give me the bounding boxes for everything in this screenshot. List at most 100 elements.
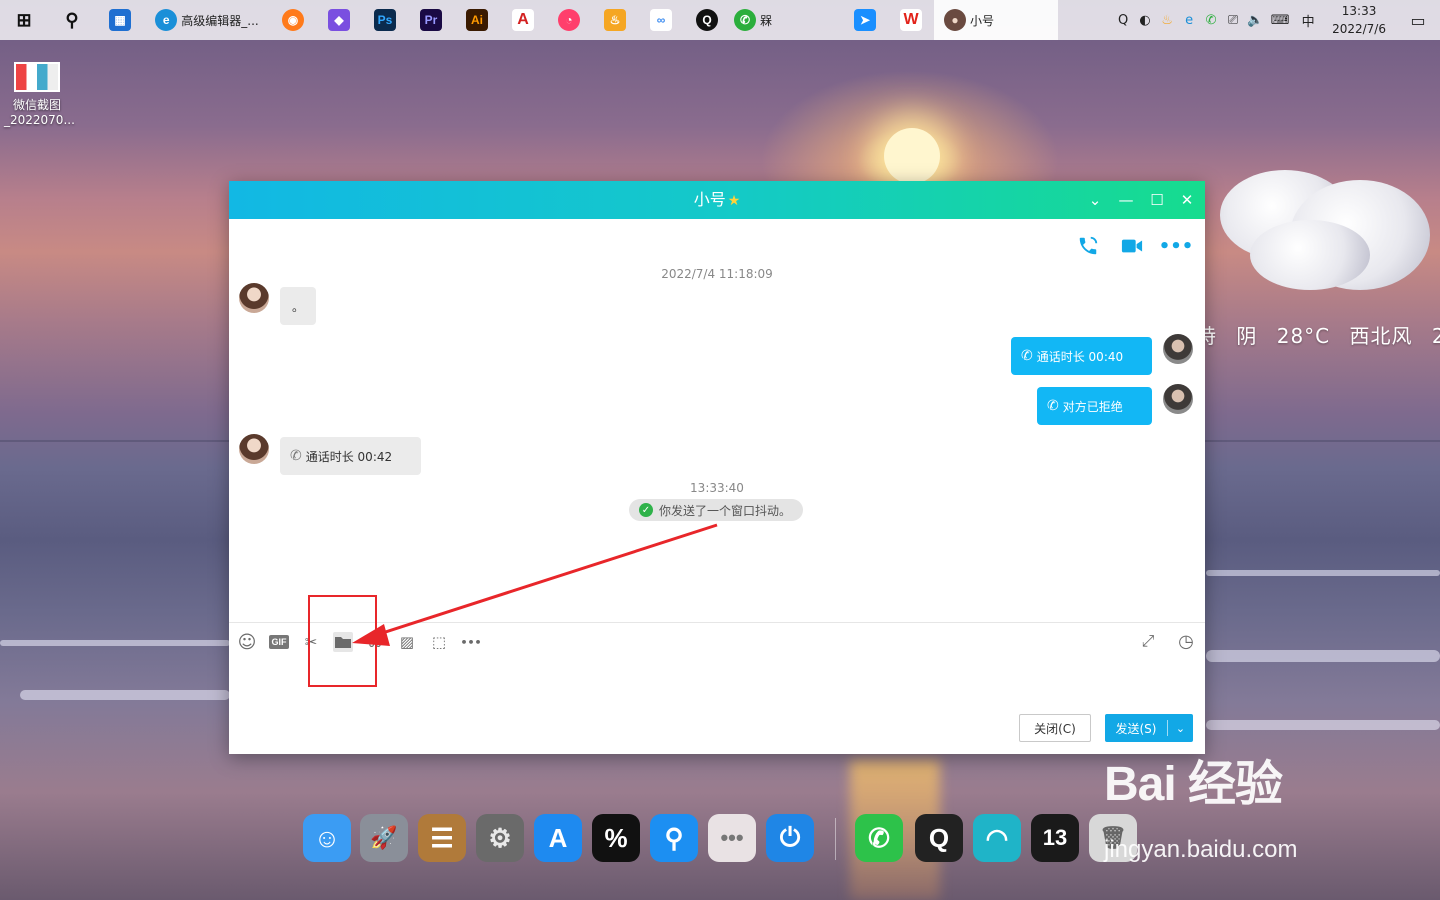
- wave: [1206, 570, 1440, 576]
- star-badge-icon: ★: [727, 193, 741, 209]
- contact-avatar[interactable]: [239, 434, 269, 464]
- message-text: 对方已拒绝: [1062, 399, 1123, 414]
- notification-icon[interactable]: ▭: [1396, 0, 1440, 40]
- gif-button[interactable]: GIF: [269, 632, 289, 652]
- taskbar-app-edge[interactable]: e 高级编辑器_...: [144, 0, 270, 40]
- phone-icon: ✆: [1021, 348, 1033, 364]
- image-button[interactable]: ▨: [397, 632, 417, 652]
- desktop-file-icon[interactable]: 微信截图 _2022070...: [4, 62, 75, 127]
- more-apps-icon: •••: [720, 825, 744, 850]
- dock-power[interactable]: ⏻: [766, 814, 814, 862]
- volume-icon[interactable]: 🔈: [1244, 0, 1266, 40]
- taskbar-app-qq[interactable]: Q: [684, 0, 730, 40]
- more-tools-button[interactable]: •••: [460, 632, 482, 652]
- system-tray: Q ◐ ♨ e ✆ ⎚ 🔈 ⌨ 中 13:33 2022/7/6 ▭: [1112, 0, 1440, 40]
- taskbar-app-premiere[interactable]: Pr: [408, 0, 454, 40]
- qq-dock-icon: Q: [928, 822, 950, 853]
- highlight-box: [308, 595, 377, 687]
- taskbar-app-wps[interactable]: W: [888, 0, 934, 40]
- dock-search-app[interactable]: ⚲: [650, 814, 698, 862]
- taskbar-app-qq-chat[interactable]: ● 小号: [934, 0, 1058, 40]
- qq-tray-icon[interactable]: Q: [1112, 0, 1134, 40]
- edge-icon: e: [155, 9, 178, 31]
- message-history-button[interactable]: ◷: [1176, 631, 1196, 652]
- network-icon[interactable]: ⎚: [1222, 0, 1244, 40]
- taskbar-app-illustrator[interactable]: Ai: [454, 0, 500, 40]
- wave: [1206, 720, 1440, 730]
- taskbar-search-button[interactable]: ⚲: [48, 0, 96, 40]
- send-options-chevron-icon[interactable]: ⌄: [1168, 722, 1193, 735]
- taskbar-app-photoshop[interactable]: Ps: [362, 0, 408, 40]
- clock[interactable]: 13:33 2022/7/6: [1332, 2, 1386, 38]
- my-avatar[interactable]: [1163, 384, 1193, 414]
- send-button[interactable]: 发送(S) ⌄: [1105, 714, 1193, 742]
- expand-icon: ⤢: [1141, 631, 1155, 650]
- huorong-tray-icon[interactable]: ♨: [1156, 0, 1178, 40]
- start-button[interactable]: ⊞: [0, 0, 48, 40]
- taskbar-app-store[interactable]: ▦: [96, 0, 144, 40]
- emoji-button[interactable]: ☺: [237, 632, 257, 653]
- ime-indicator[interactable]: 中: [1294, 0, 1322, 40]
- weather-wind-level: 2级: [1431, 324, 1440, 348]
- wechat-dock-icon: ✆: [868, 822, 890, 853]
- expand-input-button[interactable]: ⤢: [1138, 631, 1158, 651]
- dock-qq-dock[interactable]: Q: [915, 814, 963, 862]
- taskbar-app-meitu[interactable]: ◔: [546, 0, 592, 40]
- received-call-message[interactable]: ✆ 通话时长 00:42: [280, 437, 421, 475]
- dock-launchpad[interactable]: 🚀: [360, 814, 408, 862]
- weather-condition: 阴: [1236, 324, 1258, 348]
- video-call-button[interactable]: [1121, 235, 1143, 257]
- search-icon: ⚲: [65, 9, 79, 30]
- acrobat-icon: A: [512, 9, 534, 31]
- voice-call-button[interactable]: [1077, 235, 1099, 257]
- taskbar-app-firefox[interactable]: ◉: [270, 0, 316, 40]
- wechat-tray-icon[interactable]: ✆: [1200, 0, 1222, 40]
- contact-avatar-icon: ●: [944, 9, 966, 31]
- dropdown-button[interactable]: ⌄: [1080, 181, 1110, 219]
- wechat-icon: ✆: [734, 9, 756, 31]
- taskbar-app-huorong[interactable]: ♨: [592, 0, 638, 40]
- dock-wifi[interactable]: ◠: [973, 814, 1021, 862]
- system-preferences-icon: ⚙: [488, 822, 512, 853]
- dock-thirteen[interactable]: 13: [1031, 814, 1079, 862]
- taskbar-app-feishu[interactable]: ➤: [842, 0, 888, 40]
- huorong-icon: ♨: [604, 9, 626, 31]
- launchpad-icon: 🚀: [370, 825, 398, 850]
- sent-call-message[interactable]: ✆ 通话时长 00:40: [1011, 337, 1152, 375]
- dock-wechat-dock[interactable]: ✆: [855, 814, 903, 862]
- system-notice-text: 你发送了一个窗口抖动。: [659, 503, 792, 518]
- premiere-icon: Pr: [420, 9, 442, 31]
- dock-finder[interactable]: ☺: [303, 814, 351, 862]
- dock-more-apps[interactable]: •••: [708, 814, 756, 862]
- sun: [884, 128, 940, 184]
- minimize-button[interactable]: —: [1111, 181, 1141, 219]
- phone-icon: ✆: [290, 448, 302, 464]
- dock-file-cabinet[interactable]: ☰: [418, 814, 466, 862]
- dock-system-preferences[interactable]: ⚙: [476, 814, 524, 862]
- firefox-icon: ◉: [282, 9, 304, 31]
- keyboard-icon[interactable]: ⌨: [1266, 0, 1294, 40]
- dock-separator: [835, 818, 836, 860]
- contact-avatar[interactable]: [239, 283, 269, 313]
- window-shake-button[interactable]: ⬚: [429, 632, 449, 652]
- my-avatar[interactable]: [1163, 334, 1193, 364]
- close-chat-button[interactable]: 关闭(C): [1019, 714, 1091, 742]
- sent-call-message[interactable]: ✆ 对方已拒绝: [1037, 387, 1152, 425]
- more-options-button[interactable]: •••: [1159, 235, 1194, 257]
- dock-app-store[interactable]: A: [534, 814, 582, 862]
- chat-titlebar[interactable]: 小号 ★ ⌄ — ☐ ✕: [229, 181, 1205, 219]
- taskbar-app-acrobat[interactable]: A: [500, 0, 546, 40]
- taskbar-app-baidu-netdisk[interactable]: ∞: [638, 0, 684, 40]
- taskbar-app-wechat[interactable]: ✆ 槑: [730, 0, 842, 40]
- taskbar-app-cube[interactable]: ◆: [316, 0, 362, 40]
- close-window-button[interactable]: ✕: [1172, 181, 1202, 219]
- taskbar-wechat-label: 槑: [760, 13, 773, 28]
- edge-tray-icon[interactable]: e: [1178, 0, 1200, 40]
- cube-icon: ◆: [328, 9, 350, 31]
- cloud-tray-icon[interactable]: ◐: [1134, 0, 1156, 40]
- message-text: 。: [291, 299, 304, 314]
- more-dots-icon: •••: [460, 635, 482, 649]
- dock-calculator[interactable]: %: [592, 814, 640, 862]
- maximize-button[interactable]: ☐: [1142, 181, 1172, 219]
- taskbar: ⊞ ⚲ ▦ e 高级编辑器_... ◉ ◆ Ps Pr Ai A ◔ ♨ ∞ Q…: [0, 0, 1440, 40]
